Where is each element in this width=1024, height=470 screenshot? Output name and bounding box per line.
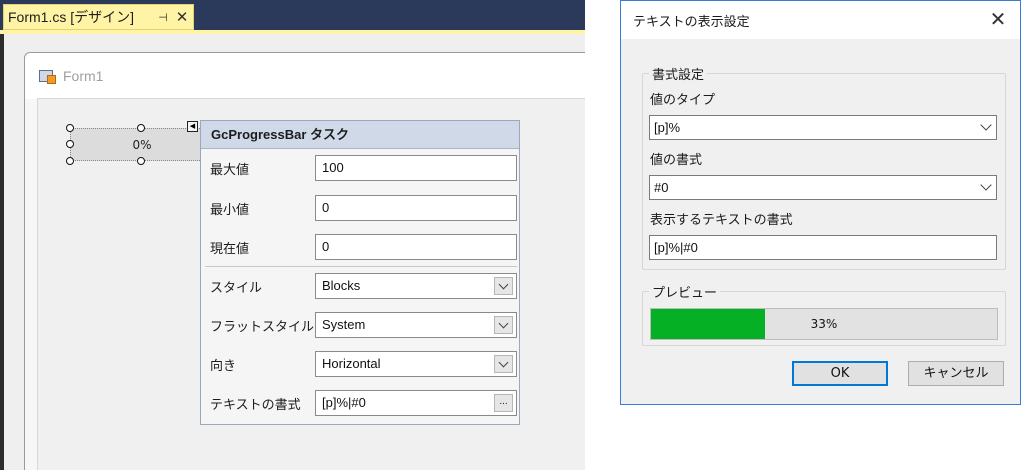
flat-style-value: System [322,317,366,332]
form-icon [39,68,57,84]
preview-progress-text: 33% [810,317,838,331]
text-format-input[interactable]: [p]%|#0 ... [315,390,517,416]
smart-tag-arrow-icon[interactable]: ◀ [187,121,198,132]
value-format-label: 値の書式 [650,153,703,168]
orientation-select[interactable]: Horizontal [315,351,517,377]
min-input[interactable]: 0 [315,195,517,221]
chevron-down-icon[interactable] [494,355,513,373]
resize-handle-top-left[interactable] [66,124,74,132]
smart-tag-title: GcProgressBar タスク [201,121,519,149]
form-titlebar: Form1 [25,53,585,99]
current-label: 現在値 [210,242,250,257]
resize-handle-top[interactable] [137,124,145,132]
text-format-label: テキストの書式 [210,398,301,413]
value-type-label: 値のタイプ [650,93,716,108]
display-format-label: 表示するテキストの書式 [650,213,793,228]
task-row-max: 最大値 100 [201,153,519,183]
orientation-label: 向き [210,359,237,374]
task-row-current: 現在値 0 [201,232,519,262]
document-tab-title: Form1.cs [デザイン] [8,9,135,25]
max-input[interactable]: 100 [315,155,517,181]
task-row-min: 最小値 0 [201,193,519,223]
max-label: 最大値 [210,163,250,178]
resize-handle-bottom-left[interactable] [66,157,74,165]
form-title: Form1 [63,68,104,84]
style-label: スタイル [210,281,263,296]
close-icon[interactable]: ✕ [976,1,1020,39]
text-format-value: [p]%|#0 [322,395,366,410]
dialog-titlebar: テキストの表示設定 ✕ [621,1,1020,39]
ellipsis-button[interactable]: ... [494,394,513,412]
divider [205,266,517,267]
ok-button[interactable]: OK [792,361,888,386]
chevron-down-icon[interactable] [980,179,992,191]
chevron-down-icon[interactable] [494,316,513,334]
preview-legend: プレビュー [649,282,721,301]
chevron-down-icon[interactable] [494,277,513,295]
flat-style-label: フラットスタイル [210,320,315,335]
style-select[interactable]: Blocks [315,273,517,299]
format-settings-legend: 書式設定 [649,64,708,83]
cancel-button[interactable]: キャンセル [908,361,1004,386]
min-label: 最小値 [210,203,250,218]
pin-icon[interactable]: ⊣ [155,11,171,24]
resize-handle-left[interactable] [66,140,74,148]
value-format-value: #0 [654,180,669,195]
chevron-down-icon[interactable] [980,119,992,131]
current-input[interactable]: 0 [315,234,517,260]
text-display-settings-dialog: テキストの表示設定 ✕ 書式設定 値のタイプ [p]% 値の書式 #0 表示する… [620,0,1021,405]
task-row-orientation: 向き Horizontal [201,349,519,379]
orientation-value: Horizontal [322,356,381,371]
value-format-select[interactable]: #0 [649,175,997,200]
task-row-style: スタイル Blocks [201,271,519,301]
document-tab-form1[interactable]: Form1.cs [デザイン] ⊣ ✕ [3,4,194,30]
close-icon[interactable]: ✕ [171,8,193,26]
task-row-flat-style: フラットスタイル System [201,310,519,340]
value-type-select[interactable]: [p]% [649,115,997,140]
task-row-text-format: テキストの書式 [p]%|#0 ... [201,388,519,418]
display-format-input[interactable]: [p]%|#0 [649,235,997,260]
preview-progress-bar: 33% [650,308,998,340]
dialog-title: テキストの表示設定 [633,15,750,30]
value-type-value: [p]% [654,120,681,135]
flat-style-select[interactable]: System [315,312,517,338]
style-value: Blocks [322,278,361,293]
resize-handle-bottom[interactable] [137,157,145,165]
smart-tag-panel: GcProgressBar タスク 最大値 100 最小値 0 現在値 0 スタ… [200,120,520,425]
